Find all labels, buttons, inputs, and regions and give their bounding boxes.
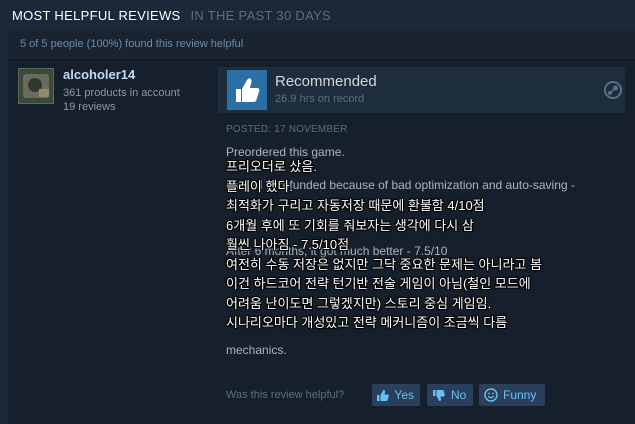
thumbs-down-icon xyxy=(431,388,447,402)
thumbs-up-icon xyxy=(376,388,390,402)
vote-funny-label: Funny xyxy=(503,388,537,402)
steam-logo-icon xyxy=(604,81,622,99)
translation-overlay: 프리오더로 샀음. 플레이 했다. 최적화가 구리고 자동저장 때문에 환불함 … xyxy=(226,157,635,333)
overlay-line: 플레이 했다. xyxy=(226,178,294,194)
helpful-summary: 5 of 5 people (100%) found this review h… xyxy=(20,38,244,50)
vote-yes-label: Yes xyxy=(394,388,414,402)
section-header: MOST HELPFUL REVIEWS IN THE PAST 30 DAYS xyxy=(12,8,331,23)
posted-date: POSTED: 17 NOVEMBER xyxy=(226,124,348,135)
review-line: mechanics. xyxy=(226,343,287,357)
vote-no-button[interactable]: No xyxy=(427,384,473,406)
thumbs-up-icon xyxy=(227,70,267,110)
overlay-line: 여전히 수동 저장은 없지만 그닥 중요한 문제는 아니라고 봄 xyxy=(226,256,542,272)
overlay-line: 최적화가 구리고 자동저장 때문에 환불함 4/10점 xyxy=(226,198,485,213)
author-reviews[interactable]: 19 reviews xyxy=(63,101,116,113)
avatar[interactable] xyxy=(18,68,54,104)
author-products[interactable]: 361 products in account xyxy=(63,87,180,99)
vote-no-label: No xyxy=(451,388,467,402)
overlay-line: 시나리오마다 개성있고 전략 메커니즘이 조금씩 다름 xyxy=(226,315,508,330)
vote-funny-button[interactable]: Funny xyxy=(479,384,545,406)
overlay-line: 6개월 후에 또 기회를 줘보자는 생각에 다시 삼 xyxy=(226,217,474,233)
section-title: MOST HELPFUL REVIEWS xyxy=(12,8,181,23)
author-name[interactable]: alcoholer14 xyxy=(63,67,135,82)
vote-yes-button[interactable]: Yes xyxy=(372,384,420,406)
recommendation-box[interactable]: Recommended 26.9 hrs on record xyxy=(218,67,625,113)
verdict-label: Recommended xyxy=(275,73,377,90)
overlay-line: 프리오더로 샀음. xyxy=(226,159,317,174)
overlay-line: 이건 하드코어 전략 턴기반 전술 게임이 아님(철인 모드에 xyxy=(226,276,531,291)
overlay-line: 어려움 난이도면 그렇겠지만) 스토리 중심 게임임. xyxy=(226,295,492,311)
hours-on-record: 26.9 hrs on record xyxy=(275,93,365,105)
smiley-icon xyxy=(483,388,499,402)
section-subtitle: IN THE PAST 30 DAYS xyxy=(190,8,332,23)
helpful-prompt: Was this review helpful? xyxy=(226,389,345,401)
overlay-line: 훨씬 나아짐 - 7.5/10점 xyxy=(226,237,350,252)
review-card: 5 of 5 people (100%) found this review h… xyxy=(8,30,635,424)
helpful-summary-bar: 5 of 5 people (100%) found this review h… xyxy=(8,30,635,60)
